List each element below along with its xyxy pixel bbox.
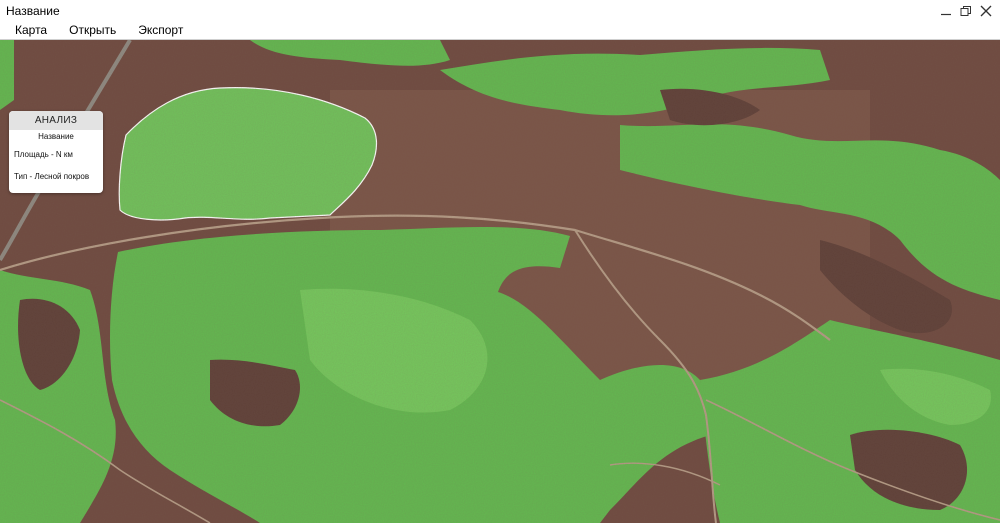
window-controls [936, 0, 996, 21]
close-icon [980, 5, 992, 16]
analysis-panel-header: АНАЛИЗ [9, 111, 103, 130]
menu-item-open[interactable]: Открыть [58, 21, 127, 40]
restore-icon [960, 5, 971, 16]
menu-bar: Карта Открыть Экспорт [0, 21, 1000, 40]
menu-item-export[interactable]: Экспорт [127, 21, 194, 40]
analysis-panel-type: Тип - Лесной покров [14, 172, 90, 181]
title-bar: Название [0, 0, 1000, 21]
analysis-panel: АНАЛИЗ Название Площадь - N км Тип - Лес… [9, 111, 103, 193]
window-title: Название [6, 3, 60, 18]
close-button[interactable] [976, 0, 996, 21]
restore-button[interactable] [956, 0, 976, 21]
satellite-map[interactable] [0, 40, 1000, 523]
minimize-button[interactable] [936, 0, 956, 21]
terrain-texture [0, 40, 1000, 523]
analysis-panel-area: Площадь - N км [14, 150, 73, 159]
minimize-icon [941, 13, 951, 15]
analysis-panel-name: Название [38, 132, 74, 141]
menu-item-map[interactable]: Карта [0, 21, 58, 40]
map-view[interactable] [0, 40, 1000, 523]
